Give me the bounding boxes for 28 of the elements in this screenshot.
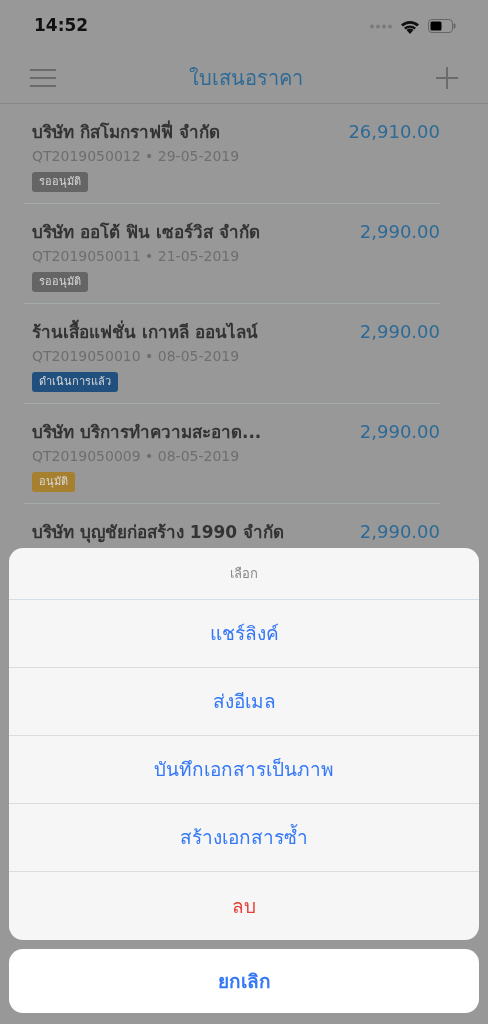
delete-action[interactable]: ลบ <box>9 872 479 940</box>
company-name[interactable]: บริษัท บุญชัยก่อสร้าง 1990 จำกัด <box>32 520 285 546</box>
signal-icon <box>370 23 392 29</box>
sheet-title: เลือก <box>230 564 258 583</box>
status-tag: รออนุมัติ <box>32 271 88 292</box>
quote-amount: 2,990.00 <box>359 420 440 444</box>
battery-icon <box>428 19 456 33</box>
company-name[interactable]: บริษัท ออโต้ ฟิน เซอร์วิส จำกัด <box>32 220 260 246</box>
sheet-action[interactable]: ส่งอีเมล <box>9 668 479 736</box>
sheet-action[interactable]: แชร์ลิงค์ <box>9 600 479 668</box>
status-tag: รออนุมัติ <box>32 171 88 192</box>
company-name[interactable]: ร้านเสื้อแฟชั่น เกาหลี ออนไลน์ <box>32 320 258 346</box>
status-time: 14:52 <box>34 14 89 38</box>
menu-icon[interactable] <box>30 68 56 87</box>
wifi-icon <box>400 18 420 34</box>
quote-amount: 26,910.00 <box>348 120 440 144</box>
company-name[interactable]: บริษัท กิสโมกราฟฟี่ จำกัด <box>32 120 220 146</box>
sheet-action[interactable]: สร้างเอกสารซ้ำ <box>9 804 479 872</box>
page-title: ใบเสนอราคา <box>189 64 303 92</box>
status-tag: อนุมัติ <box>32 471 75 492</box>
quote-amount: 2,990.00 <box>359 220 440 244</box>
quote-amount: 2,990.00 <box>359 520 440 544</box>
add-icon[interactable] <box>436 66 458 89</box>
company-name[interactable]: บริษัท บริการทำความสะอาด... <box>32 420 262 446</box>
status-tag: ดำเนินการแล้ว <box>32 371 118 392</box>
sheet-action[interactable]: บันทึกเอกสารเป็นภาพ <box>9 736 479 804</box>
cancel-button[interactable]: ยกเลิก <box>9 949 479 1013</box>
quote-amount: 2,990.00 <box>359 320 440 344</box>
